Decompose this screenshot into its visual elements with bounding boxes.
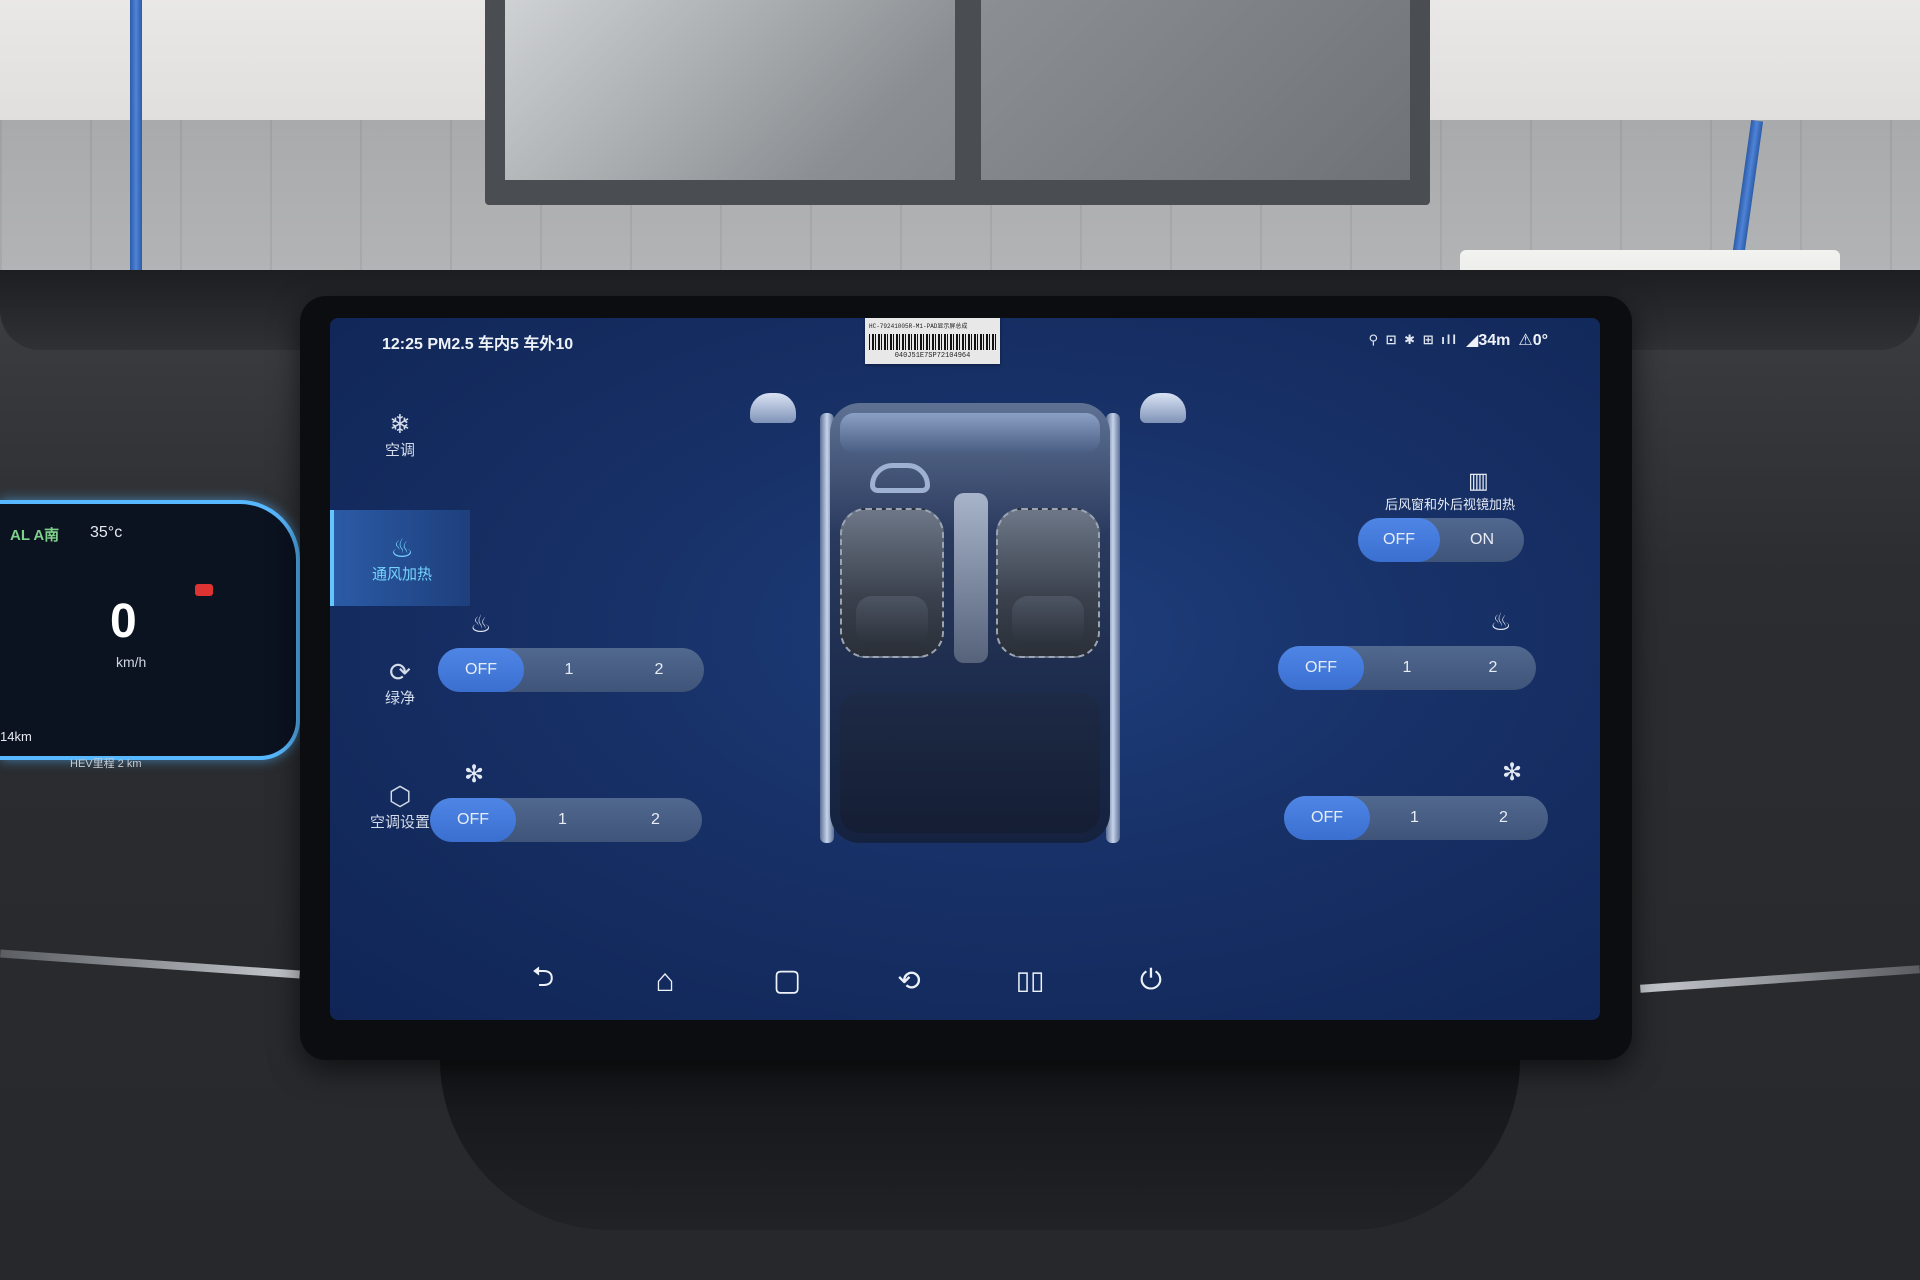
- cluster-gear: AL A南: [10, 527, 60, 544]
- left-vent-level-2[interactable]: 2: [609, 798, 702, 842]
- right-seat-heat-selector: OFF 1 2: [1278, 646, 1536, 690]
- status-icons: ⚲ ⊡ ✱ ⊞ ıll: [1368, 332, 1459, 347]
- seat-vent-icon: ✻: [1502, 759, 1523, 786]
- sidebar-item-label: 通风加热: [371, 565, 432, 583]
- split-screen-icon[interactable]: ▯▯: [1005, 958, 1055, 1002]
- sidebar-item-vent-heat[interactable]: ♨ 通风加热: [330, 510, 470, 606]
- passenger-seat[interactable]: [996, 508, 1100, 658]
- right-mirror: [1140, 393, 1186, 423]
- alert-icon: ⚠0°: [1518, 332, 1548, 349]
- sidebar-item-ac[interactable]: ❄ 空调: [330, 386, 470, 482]
- right-vent-off[interactable]: OFF: [1284, 796, 1370, 840]
- right-heat-level-1[interactable]: 1: [1364, 646, 1450, 690]
- status-time-air: 12:25 PM2.5 车内5 车外10: [382, 336, 574, 353]
- cluster-warning-icon: [195, 584, 213, 596]
- power-icon[interactable]: ⏻: [1126, 958, 1176, 1002]
- sticker-text: HC-79241005R-M1-PAD显示屏总成: [869, 323, 968, 330]
- cluster-speed: 0: [110, 595, 137, 648]
- barcode-sticker: HC-79241005R-M1-PAD显示屏总成 040J51E7SP72104…: [865, 318, 1000, 364]
- right-vent-level-1[interactable]: 1: [1370, 796, 1459, 840]
- bottom-navigation: ⮌ ⌂ ▢ ⟲ ▯▯ ⏻: [330, 958, 1600, 1008]
- right-heat-level-2[interactable]: 2: [1450, 646, 1536, 690]
- right-vent-level-2[interactable]: 2: [1459, 796, 1548, 840]
- right-heat-off[interactable]: OFF: [1278, 646, 1364, 690]
- sidebar-item-label: 绿净: [384, 689, 415, 707]
- left-heat-level-2[interactable]: 2: [614, 648, 704, 692]
- rear-defrost-label: 后风窗和外后视镜加热: [1384, 497, 1515, 512]
- left-heat-off[interactable]: OFF: [438, 648, 524, 692]
- car-seat-diagram: [750, 393, 1186, 848]
- back-icon[interactable]: ⮌: [518, 958, 568, 1002]
- sticker-code: 040J51E7SP72104964: [894, 352, 971, 360]
- left-vent-off[interactable]: OFF: [430, 798, 516, 842]
- driver-seat[interactable]: [840, 508, 944, 658]
- rear-defrost-icon: ▥: [1468, 468, 1489, 493]
- recent-apps-icon[interactable]: ▢: [762, 958, 812, 1002]
- seat-heat-icon: ♨: [470, 611, 492, 638]
- seat-heat-icon: ♨: [390, 532, 414, 563]
- sidebar-item-label: 空调: [384, 441, 415, 459]
- rear-seats: [840, 693, 1100, 833]
- head-unit-screen: 12:25 PM2.5 车内5 车外10 ⚲ ⊡ ✱ ⊞ ıll ◢34m ⚠0…: [330, 318, 1600, 1020]
- left-heat-level-1[interactable]: 1: [524, 648, 614, 692]
- barcode-icon: [869, 334, 996, 350]
- right-seat-vent-selector: OFF 1 2: [1284, 796, 1548, 840]
- cluster-hev-mileage: HEV里程 2 km: [70, 758, 142, 770]
- center-console: [954, 493, 988, 663]
- car-body: [830, 403, 1110, 843]
- signal-icon: ◢34m: [1466, 332, 1511, 349]
- car-dashboard-graphic: [840, 413, 1100, 453]
- cluster-speed-unit: km/h: [116, 654, 147, 670]
- background-window-glass: [505, 0, 1410, 180]
- rotate-screen-icon[interactable]: ⟲: [884, 958, 934, 1002]
- rear-defrost-off[interactable]: OFF: [1358, 518, 1440, 562]
- cluster-temperature: 35°c: [90, 524, 123, 541]
- rear-defrost-toggle: OFF ON: [1358, 518, 1524, 562]
- snowflake-icon: ❄: [389, 408, 411, 439]
- sidebar-item-label: 空调设置: [369, 813, 430, 831]
- left-seat-vent-selector: OFF 1 2: [430, 798, 702, 842]
- left-vent-level-1[interactable]: 1: [516, 798, 609, 842]
- rear-defrost-on[interactable]: ON: [1440, 518, 1524, 562]
- seat-vent-icon: ✻: [464, 761, 485, 788]
- instrument-cluster: AL A南 35°c 0 km/h 14km: [0, 500, 300, 760]
- settings-hex-icon: ⬡: [388, 780, 412, 811]
- leaf-icon: ⟳: [389, 656, 411, 687]
- left-mirror: [750, 393, 796, 423]
- left-seat-heat-selector: OFF 1 2: [438, 648, 704, 692]
- seat-heat-icon: ♨: [1490, 609, 1512, 636]
- lower-console: [440, 1060, 1520, 1230]
- background-pipe: [130, 0, 142, 290]
- steering-wheel-icon: [870, 463, 930, 493]
- home-icon[interactable]: ⌂: [640, 958, 690, 1002]
- cluster-range: 14km: [0, 729, 32, 744]
- status-indicators: ⚲ ⊡ ✱ ⊞ ıll ◢34m ⚠0°: [1369, 330, 1548, 350]
